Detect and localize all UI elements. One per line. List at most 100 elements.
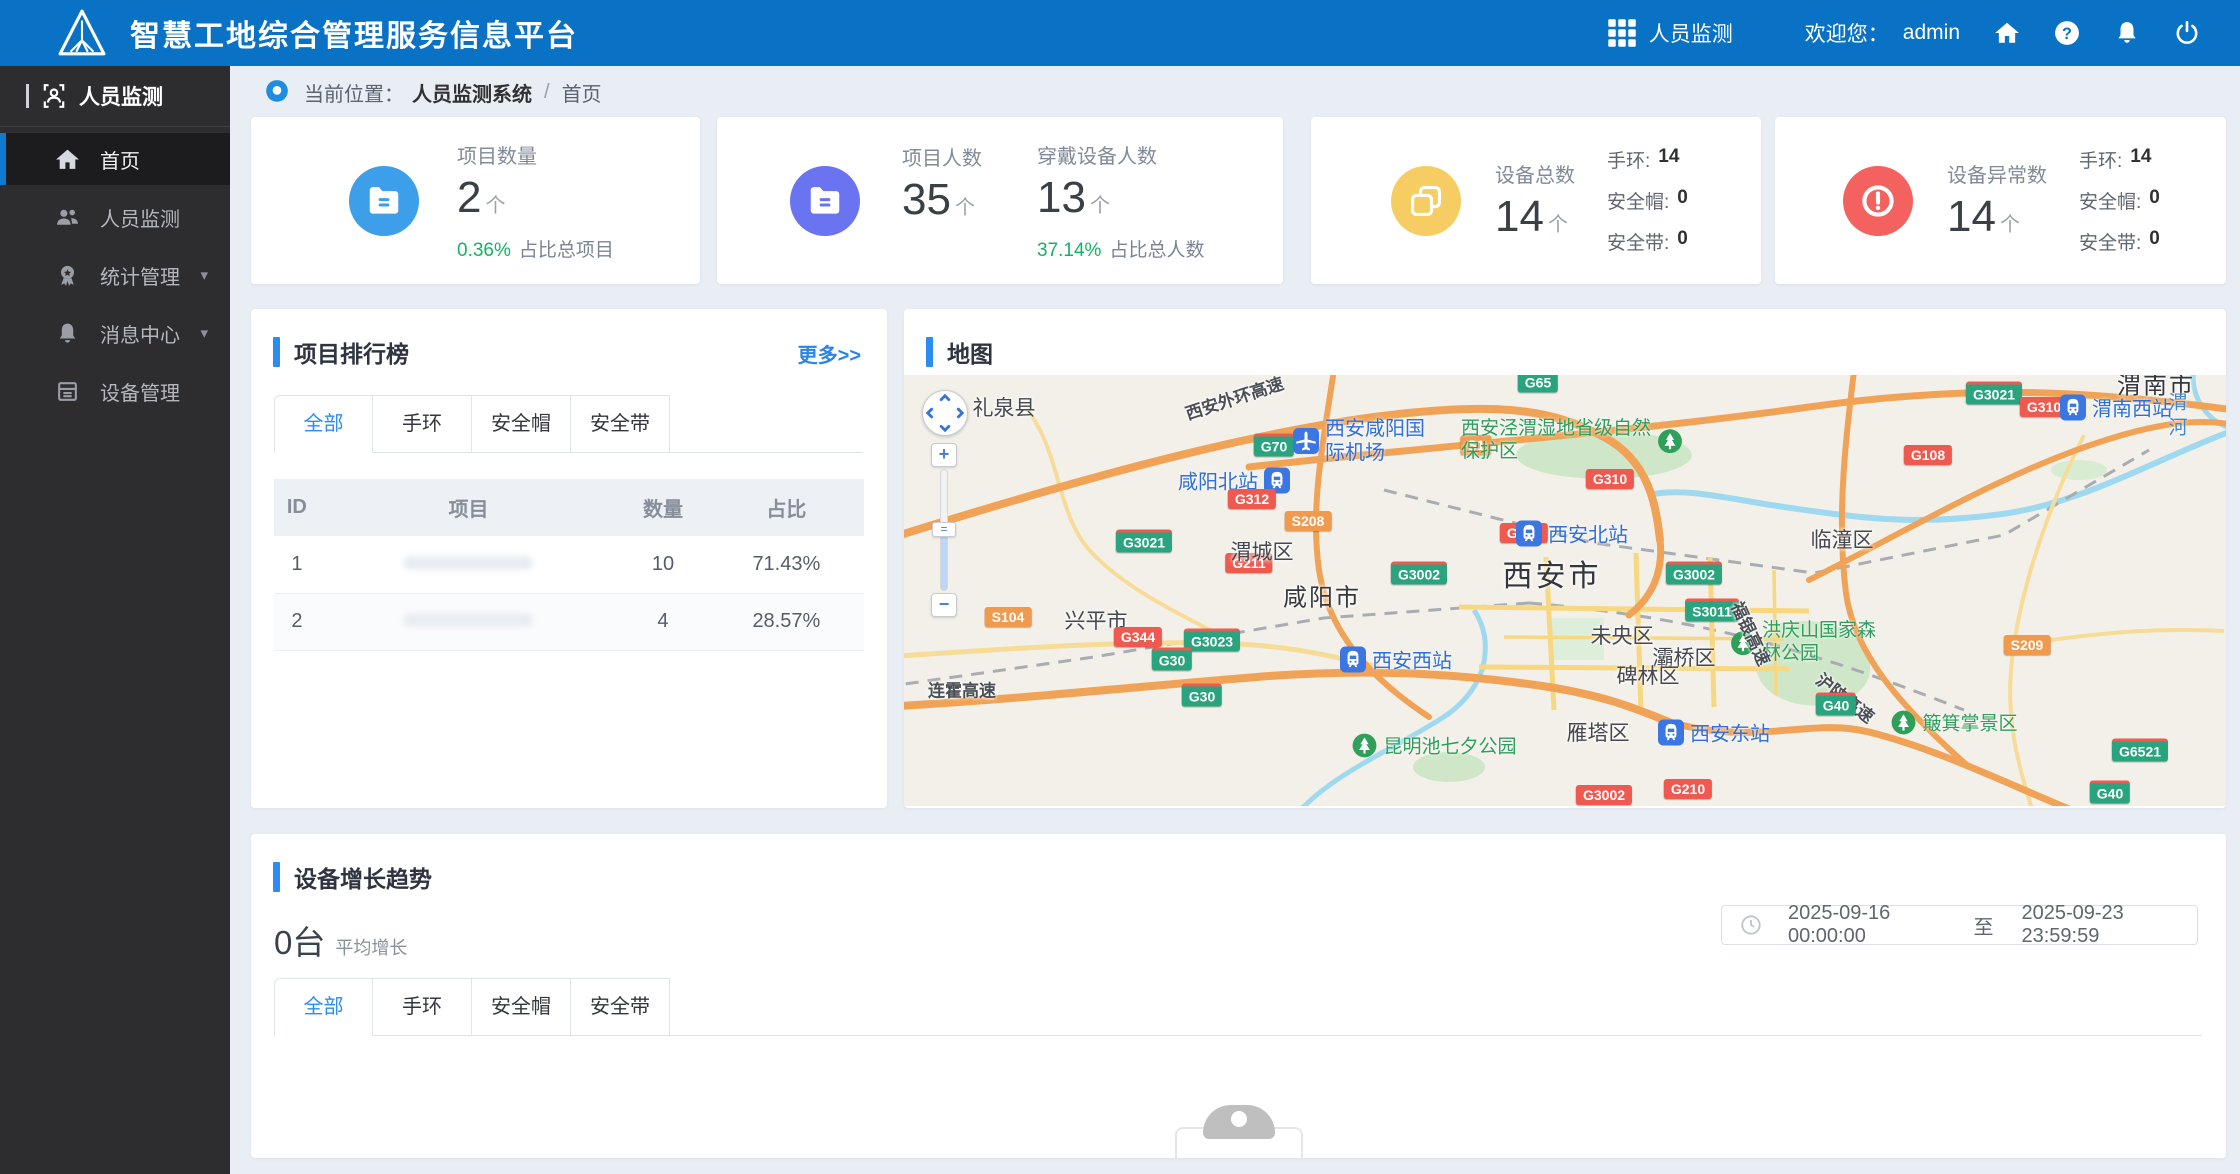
accent-bar	[926, 337, 933, 367]
stat-value: 35个	[902, 175, 982, 225]
empty-state-icon	[1175, 1105, 1303, 1158]
divider	[26, 84, 29, 108]
sidebar-item-label: 首页	[100, 145, 140, 174]
ranking-tab-4[interactable]: 安全带	[571, 395, 670, 453]
person-monitor-icon	[41, 83, 67, 109]
trend-tabs: 全部手环安全帽安全带	[274, 978, 2202, 1036]
stat-card-projects: 项目数量 2个 0.36%占比总项目	[251, 117, 700, 284]
sidebar-item-message[interactable]: 消息中心▾	[0, 307, 230, 359]
ranking-tab-1[interactable]: 全部	[274, 395, 373, 453]
map-label-b-red: G312	[1228, 489, 1276, 509]
stat-title: 穿戴设备人数	[1037, 140, 1204, 169]
chevron-down-icon: ▾	[200, 324, 208, 342]
panel-title: 项目排行榜	[251, 309, 887, 369]
column-header: 项目	[320, 479, 617, 536]
stat-card-devices: 设备总数 14个 手环:14安全帽:0安全带:0	[1311, 117, 1761, 284]
ranking-tab-2[interactable]: 手环	[373, 395, 472, 453]
map-label-b-grn: G3002	[1666, 562, 1722, 585]
home-icon[interactable]	[1994, 20, 2020, 46]
sidebar: 人员监测 首页人员监测统计管理▾消息中心▾设备管理	[0, 66, 230, 1174]
accent-bar	[273, 862, 280, 892]
stat-note: 0.36%占比总项目	[457, 235, 614, 262]
column-header: 数量	[617, 479, 709, 536]
trend-tab-4[interactable]: 安全带	[571, 978, 670, 1036]
map-zoom-control: + = −	[931, 443, 957, 617]
username: admin	[1903, 21, 1960, 45]
message-icon	[55, 321, 80, 346]
date-range-picker[interactable]: 2025-09-16 00:00:00 至 2025-09-23 23:59:5…	[1721, 905, 2198, 945]
plane-icon	[1293, 428, 1319, 454]
map-label-b-grn: G40	[1816, 693, 1856, 716]
breadcrumb-root[interactable]: 人员监测系统	[412, 78, 532, 107]
map-label-hwy: 连霍高速	[928, 677, 996, 702]
folder-icon	[349, 166, 419, 236]
more-link[interactable]: 更多>>	[798, 339, 861, 368]
sidebar-item-stats[interactable]: 统计管理▾	[0, 249, 230, 301]
park-icon	[1657, 428, 1683, 454]
redacted-project-name	[403, 556, 533, 570]
ranking-panel: 项目排行榜 更多>> 全部手环安全帽安全带 ID项目数量占比 11071.43%…	[251, 309, 887, 808]
zoom-slider-handle[interactable]: =	[932, 522, 956, 537]
detail-row: 安全帽:0	[1607, 187, 1688, 214]
trend-tab-1[interactable]: 全部	[274, 978, 373, 1036]
sidebar-menu: 首页人员监测统计管理▾消息中心▾设备管理	[0, 133, 230, 417]
map-canvas[interactable]: 礼泉县西安外环高速G70咸阳北站西安咸阳国际机场S1G65西安泾渭湿地省级自然保…	[904, 375, 2226, 806]
zoom-in-button[interactable]: +	[931, 443, 957, 467]
trend-panel: 设备增长趋势 0台 平均增长 2025-09-16 00:00:00 至 202…	[251, 834, 2226, 1158]
map-label-station: 西安西站	[1340, 645, 1452, 674]
map-label-town: 礼泉县	[973, 392, 1036, 422]
map-label-b-grn: G40	[2090, 781, 2130, 804]
map-panel: 地图	[904, 309, 2226, 808]
map-label-district: 雁塔区	[1567, 717, 1630, 747]
stat-title: 项目数量	[457, 140, 614, 169]
map-label-b-red: G210	[1664, 779, 1712, 799]
svg-text:?: ?	[2062, 25, 2072, 43]
map-label-station: 西安东站	[1658, 718, 1770, 747]
app-logo-icon	[56, 7, 108, 59]
stat-title: 设备总数	[1495, 159, 1575, 188]
sidebar-item-label: 统计管理	[100, 261, 180, 290]
sidebar-title: 人员监测	[79, 81, 163, 111]
trend-tab-2[interactable]: 手环	[373, 978, 472, 1036]
folder-icon	[790, 166, 860, 236]
map-pan-control[interactable]	[922, 390, 968, 436]
train-station-icon	[1658, 719, 1684, 745]
map-label-b-red: G108	[1904, 445, 1952, 465]
map-label-poi: 西安泾渭湿地省级自然保护区	[1461, 418, 1683, 464]
panel-title: 设备增长趋势	[251, 834, 2226, 894]
bell-icon[interactable]	[2114, 20, 2140, 46]
detail-row: 安全帽:0	[2079, 187, 2160, 214]
alert-icon	[1843, 166, 1913, 236]
detail-row: 安全带:0	[1607, 228, 1688, 255]
ranking-tab-3[interactable]: 安全帽	[472, 395, 571, 453]
app-switcher[interactable]: 人员监测	[1607, 18, 1733, 48]
column-header: ID	[274, 479, 320, 536]
zoom-out-button[interactable]: −	[931, 593, 957, 617]
map-label-district: 未央区	[1591, 620, 1654, 650]
app-header: 智慧工地综合管理服务信息平台 人员监测 欢迎您： admin ?	[0, 0, 2240, 66]
grid-icon	[1607, 18, 1637, 48]
trend-tab-3[interactable]: 安全帽	[472, 978, 571, 1036]
accent-bar	[273, 337, 280, 367]
sidebar-item-home[interactable]: 首页	[0, 133, 230, 185]
table-row: 2428.57%	[274, 593, 864, 650]
table-row: 11071.43%	[274, 536, 864, 593]
zoom-slider[interactable]: =	[940, 469, 948, 591]
map-label-b-grn: G30	[1152, 648, 1192, 671]
map-label-poi: 簸箕掌景区	[1890, 709, 2017, 736]
main-content: 当前位置： 人员监测系统 / 首页 项目数量 2个 0.36%占比总项目 项目人…	[230, 66, 2240, 1174]
stat-value: 2个	[457, 173, 614, 223]
sidebar-item-users[interactable]: 人员监测	[0, 191, 230, 243]
map-label-b-grn: G3023	[1184, 629, 1240, 652]
location-pin-icon	[264, 79, 290, 105]
ranking-tabs: 全部手环安全帽安全带	[274, 395, 863, 453]
map-label-district: 临潼区	[1811, 524, 1874, 554]
sidebar-item-label: 人员监测	[100, 203, 180, 232]
power-icon[interactable]	[2174, 20, 2200, 46]
detail-row: 手环:14	[1607, 146, 1688, 173]
date-end: 2025-09-23 23:59:59	[2022, 902, 2180, 948]
sidebar-item-device[interactable]: 设备管理	[0, 365, 230, 417]
help-icon[interactable]: ?	[2054, 20, 2080, 46]
column-header: 占比	[709, 479, 864, 536]
ranking-table: ID项目数量占比 11071.43%2428.57%	[274, 479, 864, 651]
